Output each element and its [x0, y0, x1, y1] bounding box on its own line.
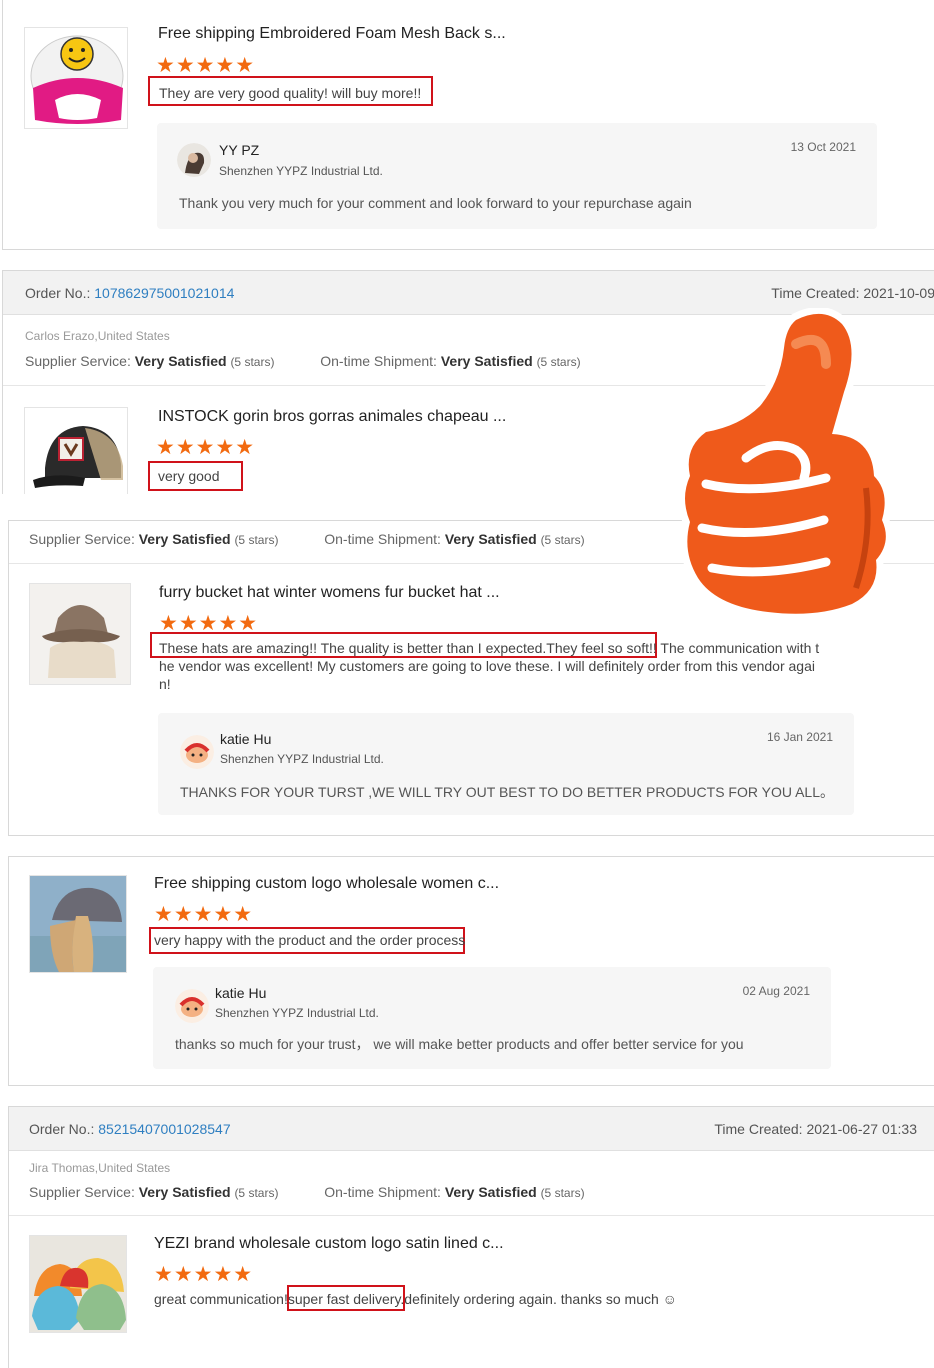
smiley-icon [60, 37, 94, 71]
time-created-value: 2021-10-09 [863, 285, 934, 301]
time-created-value: 2021-06-27 01:33 [806, 1121, 917, 1137]
seller-company: Shenzhen YYPZ Industrial Ltd. [219, 164, 383, 178]
reply-text: Thank you very much for your comment and… [179, 195, 692, 211]
product-image-ponytail-cap[interactable] [29, 875, 127, 973]
star-rating: ★★★★★ [159, 612, 259, 635]
star-rating: ★★★★★ [156, 54, 256, 77]
seller-name: katie Hu [215, 985, 267, 1001]
highlighted-phrase: super fast delivery [287, 1291, 401, 1307]
thumbs-up-icon [678, 308, 893, 620]
shipment-value: Very Satisfied [444, 531, 537, 547]
product-image-fur-bucket-hat[interactable] [29, 583, 131, 685]
supplier-service-value: Very Satisfied [138, 531, 231, 547]
order-card-2: Order No.: 85215407001028547 Time Create… [8, 1106, 934, 1368]
product-image-animal-cap[interactable] [24, 407, 128, 494]
seller-avatar [180, 735, 214, 769]
time-created-label: Time Created: [714, 1121, 803, 1137]
star-rating: ★★★★★ [154, 903, 254, 926]
product-image-satin-lined-caps[interactable] [29, 1235, 127, 1333]
seller-avatar [175, 989, 209, 1023]
order-number-link[interactable]: 85215407001028547 [98, 1121, 230, 1137]
supplier-service-value: Very Satisfied [134, 353, 227, 369]
shipment-value: Very Satisfied [440, 353, 533, 369]
seller-reply: katie Hu Shenzhen YYPZ Industrial Ltd. 1… [158, 713, 854, 815]
product-image-trucker-hat[interactable] [24, 27, 128, 129]
product-title[interactable]: YEZI brand wholesale custom logo satin l… [154, 1235, 504, 1253]
review-card-1: Free shipping Embroidered Foam Mesh Back… [2, 0, 934, 250]
product-title[interactable]: Free shipping Embroidered Foam Mesh Back… [158, 25, 506, 43]
service-ratings: Supplier Service: Very Satisfied (5 star… [29, 1184, 585, 1200]
review-comment: very good [158, 468, 220, 484]
seller-name: YY PZ [219, 142, 260, 158]
seller-reply: YY PZ Shenzhen YYPZ Industrial Ltd. 13 O… [157, 123, 877, 229]
review-comment: very happy with the product and the orde… [154, 932, 466, 948]
star-rating: ★★★★★ [154, 1263, 254, 1286]
seller-company: Shenzhen YYPZ Industrial Ltd. [215, 1006, 379, 1020]
time-created-label: Time Created: [771, 285, 860, 301]
review-comment-line-2: he vendor was excellent! My customers ar… [159, 658, 815, 674]
seller-reply: katie Hu Shenzhen YYPZ Industrial Ltd. 0… [153, 967, 831, 1069]
product-title[interactable]: Free shipping custom logo wholesale wome… [154, 875, 499, 893]
order-header: Order No.: 85215407001028547 Time Create… [9, 1107, 934, 1151]
order-number-label: Order No.: [25, 285, 91, 301]
buyer-info: Jira Thomas,United States [29, 1161, 171, 1175]
product-title[interactable]: furry bucket hat winter womens fur bucke… [159, 584, 500, 602]
reply-date: 13 Oct 2021 [790, 140, 856, 154]
shipment-value: Very Satisfied [444, 1184, 537, 1200]
review-comment-line-1: These hats are amazing!! The quality is … [159, 640, 820, 656]
buyer-info: Carlos Erazo,United States [25, 329, 170, 343]
seller-company: Shenzhen YYPZ Industrial Ltd. [220, 752, 384, 766]
supplier-service-value: Very Satisfied [138, 1184, 231, 1200]
seller-name: katie Hu [220, 731, 272, 747]
service-ratings: Supplier Service: Very Satisfied (5 star… [29, 531, 585, 547]
service-ratings: Supplier Service: Very Satisfied (5 star… [25, 353, 581, 369]
reply-text: thanks so much for your trust， we will m… [175, 1036, 744, 1052]
review-card-4: Free shipping custom logo wholesale wome… [8, 856, 934, 1086]
product-title[interactable]: INSTOCK gorin bros gorras animales chape… [158, 408, 506, 426]
reply-date: 02 Aug 2021 [742, 984, 810, 998]
review-comment: They are very good quality! will buy mor… [159, 85, 422, 101]
review-comment: great communication!super fast delivery.… [154, 1291, 677, 1307]
star-rating: ★★★★★ [156, 436, 256, 459]
order-number-link[interactable]: 107862975001021014 [94, 285, 234, 301]
review-comment-line-3: n! [159, 676, 171, 692]
seller-avatar [177, 143, 211, 177]
order-number-label: Order No.: [29, 1121, 95, 1137]
reply-date: 16 Jan 2021 [766, 730, 833, 744]
reply-text: THANKS FOR YOUR TURST ,WE WILL TRY OUT B… [180, 784, 834, 800]
